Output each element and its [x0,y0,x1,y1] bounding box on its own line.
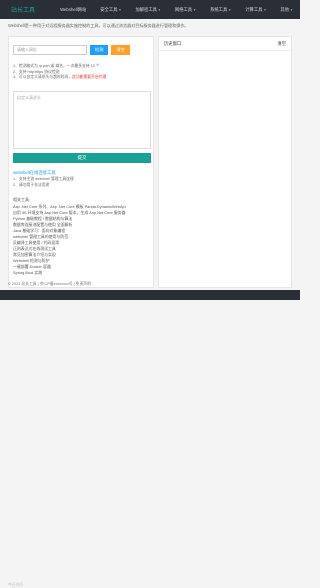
main-nav: Webshell网站 安全工具 ▼ 加解密工具 ▼ 网络工具 ▼ 系统工具 ▼ 计算工具… [53,7,300,13]
related-tools-heading: 相关工具: [13,197,31,202]
reset-button[interactable]: 清空 [111,45,130,55]
main-panel: 请输入网址 检测 清空 1、检测格式为 ip:port 或 域名，一次最多支持 … [8,36,154,288]
url-input-row: 请输入网址 检测 清空 [13,45,130,55]
chevron-down-icon: ▼ [228,7,232,12]
intro-text: Webshell是一种用于对远程服务器实施控制的工具，可以通过浏览器对目标服务器… [8,23,189,28]
nav-item-security[interactable]: 安全工具 ▼ [93,7,128,13]
submit-button[interactable]: 提交 [13,153,151,163]
url-input[interactable]: 请输入网址 [13,45,87,55]
nav-item-calc[interactable]: 计算工具 ▼ [238,7,273,13]
instruction-item: 2、请勿用于非法用途 [13,182,50,187]
nav-item-webshell[interactable]: Webshell网站 [53,7,93,13]
nav-item-other[interactable]: 其他 ▼ [273,7,300,13]
instruction-text: 3、可以自定义请求头与超时时间， [13,75,73,80]
section-instructions: 1、支持主流 webshell 管理工具连接 2、请勿用于非法用途 [13,177,153,188]
nav-item-system[interactable]: 系统工具 ▼ [203,7,238,13]
nav-label: 安全工具 [100,6,118,12]
warning-text: 此功能需要开启代理 [72,75,107,80]
chevron-down-icon: ▼ [157,7,161,12]
nav-item-crypto[interactable]: 加解密工具 ▼ [128,7,167,13]
history-header: 历史窗口 清空 [159,37,291,51]
chevron-down-icon: ▼ [193,7,197,12]
instruction-item: 3、可以自定义请求头与超时时间，此功能需要开启代理 [13,75,153,81]
chevron-down-icon: ▼ [290,7,293,12]
nav-label: Webshell网站 [60,6,87,12]
history-panel: 历史窗口 清空 [158,36,292,288]
clear-history-button[interactable]: 清空 [277,41,286,47]
history-title: 历史窗口 [164,40,182,46]
related-link[interactable]: Spring Boot 实践 [13,270,155,276]
top-navbar: 站长工具 Webshell网站 安全工具 ▼ 加解密工具 ▼ 网络工具 ▼ 系统工具 ▼… [0,0,300,19]
nav-label: 其他 [280,6,290,12]
site-brand[interactable]: 站长工具 [0,5,53,14]
footer-bar: 今日访问 [0,290,300,587]
headers-textarea[interactable]: 自定义请求头 [13,91,151,149]
visit-stat: 今日访问 [8,583,24,587]
nav-item-network[interactable]: 网络工具 ▼ [168,7,203,13]
instruction-list: 1、检测格式为 ip:port 或 域名，一次最多支持 10 个 2、支持 ht… [13,64,153,81]
chevron-down-icon: ▼ [118,7,122,12]
nav-label: 计算工具 [245,6,263,12]
chevron-down-icon: ▼ [263,7,267,12]
nav-label: 系统工具 [210,6,228,12]
section-title[interactable]: webshell在线连接工具 [13,170,56,176]
nav-label: 加解密工具 [135,6,157,12]
nav-label: 网络工具 [174,6,193,12]
check-button[interactable]: 检测 [90,45,109,55]
copyright: © 2023 站长工具 | 京ICP备xxxxxxxx号 | 免责声明 [8,282,91,286]
related-tools-list: Asp .Net Core 系列、Asp .Net Core 模板 Panda.… [13,204,155,276]
